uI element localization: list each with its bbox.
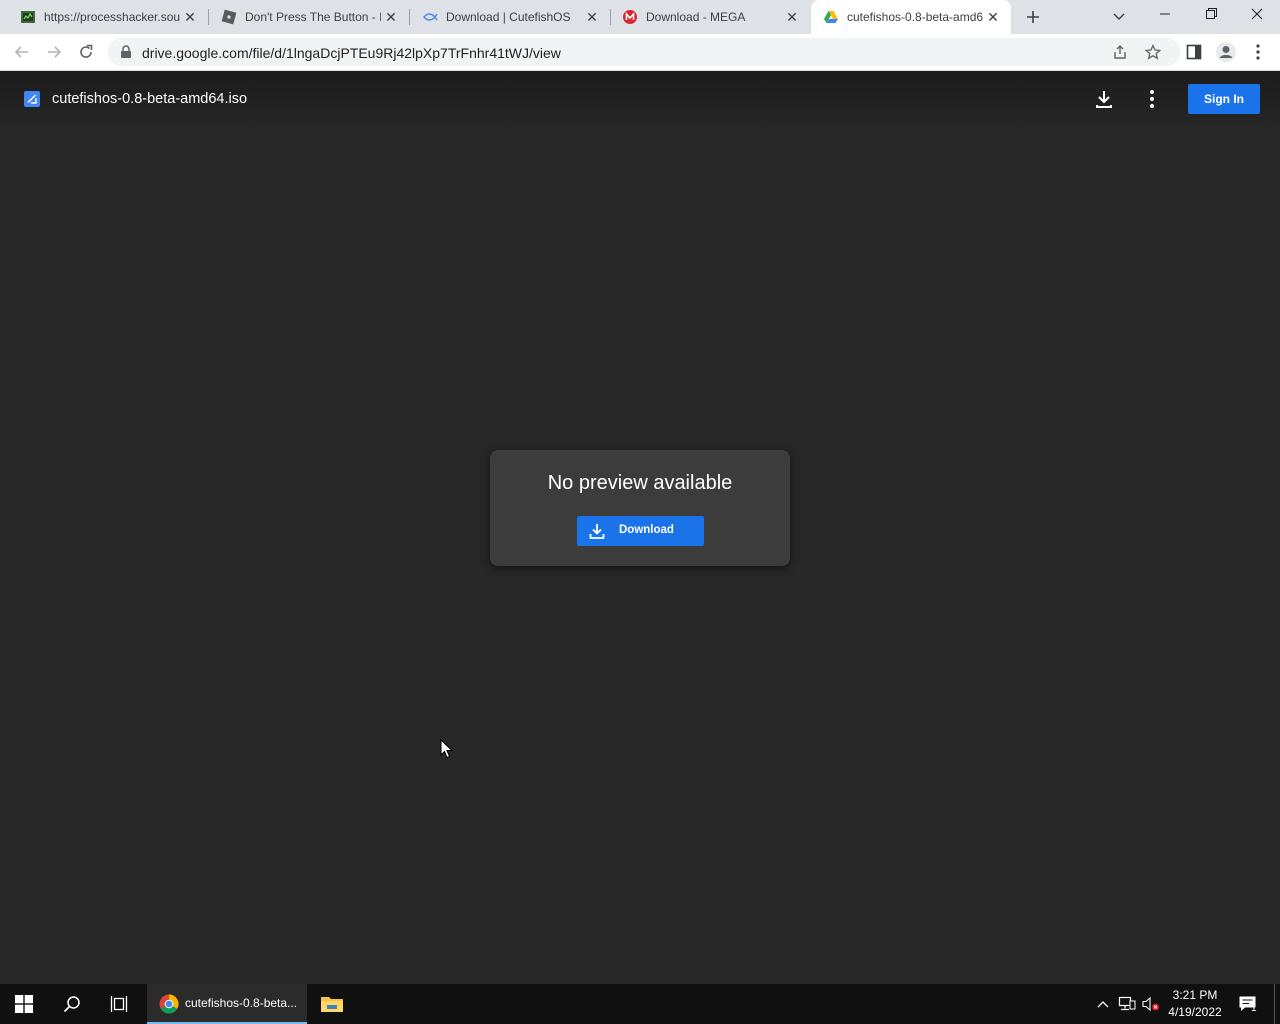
browser-toolbar: drive.google.com/file/d/1lngaDcjPTEu9Rj4… [0,34,1280,71]
network-button[interactable] [1116,984,1138,1024]
chevron-up-icon [1097,1001,1109,1008]
more-vertical-icon [1256,44,1260,60]
show-desktop-button[interactable] [1274,984,1280,1024]
avatar-icon [1216,42,1236,62]
new-tab-button[interactable] [1021,5,1045,29]
close-icon [1251,8,1263,20]
tab-mega[interactable]: Download - MEGA ✕ [610,0,810,34]
download-header-button[interactable] [1092,87,1116,111]
tab-search-button[interactable] [1108,5,1130,27]
taskbar-chrome-label: cutefishos-0.8-beta... [185,996,298,1010]
no-preview-card: No preview available Download [490,450,790,566]
file-type-icon [24,91,40,107]
volume-button[interactable] [1140,984,1162,1024]
lock-icon [121,45,131,58]
url-text: drive.google.com/file/d/1lngaDcjPTEu9Rj4… [142,45,561,61]
tab-roblox[interactable]: Don't Press The Button - I ✕ [209,0,410,34]
tab-title: cutefishos-0.8-beta-amd6 [847,10,983,24]
roblox-icon [221,9,237,25]
side-panel-button[interactable] [1180,38,1208,66]
browser-menu-button[interactable] [1244,38,1272,66]
volume-muted-icon [1142,996,1159,1012]
chrome-icon [159,994,179,1014]
taskbar-chrome-app[interactable]: cutefishos-0.8-beta... [147,984,307,1024]
minimize-button[interactable] [1142,0,1188,30]
search-button[interactable] [48,984,96,1024]
windows-logo-icon [15,995,33,1013]
clock-date: 4/19/2022 [1168,1005,1222,1019]
close-icon[interactable]: ✕ [383,9,399,25]
close-window-button[interactable] [1234,0,1280,30]
mouse-cursor-icon [440,739,454,759]
folder-icon [321,997,343,1012]
clock[interactable]: 3:21 PM 4/19/2022 [1160,984,1230,1024]
processhacker-icon [21,11,35,23]
restore-icon [1206,8,1217,19]
tab-processhacker[interactable]: https://processhacker.sou ✕ [8,0,209,34]
close-icon[interactable]: ✕ [584,9,600,25]
action-center-button[interactable]: 1 [1232,984,1264,1024]
google-drive-icon [824,11,838,23]
sign-in-button[interactable]: Sign In [1188,84,1260,114]
arrow-right-icon [48,46,62,58]
arrow-left-icon [14,46,28,58]
chevron-down-icon [1113,13,1125,20]
close-icon[interactable]: ✕ [784,9,800,25]
tab-cutefish[interactable]: Download | CutefishOS ✕ [410,0,611,34]
more-actions-button[interactable] [1140,87,1164,111]
windows-taskbar: cutefishos-0.8-beta... 3:21 PM 4/19/2022… [0,984,1280,1024]
download-icon [1096,91,1112,108]
tab-strip: https://processhacker.sou ✕ Don't Press … [0,0,1280,34]
forward-button[interactable] [40,38,68,66]
tab-title: https://processhacker.sou [44,10,180,24]
cutefish-icon [423,13,438,21]
restore-button[interactable] [1188,0,1234,30]
drive-viewer-header: cutefishos-0.8-beta-amd64.iso Sign In [0,71,1280,131]
download-button-label: Download [619,524,674,536]
file-name: cutefishos-0.8-beta-amd64.iso [52,91,248,107]
download-button[interactable]: Download [577,516,704,546]
share-icon[interactable] [1112,44,1128,60]
network-icon [1118,996,1136,1011]
search-icon [63,996,80,1013]
plus-icon [1027,11,1039,23]
no-preview-message: No preview available [547,472,733,494]
reload-button[interactable] [72,38,100,66]
notification-count: 1 [1251,1003,1257,1014]
minimize-icon [1160,13,1170,15]
side-panel-icon [1186,44,1202,60]
address-bar[interactable]: drive.google.com/file/d/1lngaDcjPTEu9Rj4… [108,38,1180,66]
back-button[interactable] [8,38,36,66]
clock-time: 3:21 PM [1172,988,1218,1002]
download-icon [589,524,605,539]
task-view-icon [110,996,128,1012]
tab-title: Don't Press The Button - I [245,10,381,24]
close-icon[interactable]: ✕ [182,9,198,25]
tab-title: Download | CutefishOS [446,10,571,24]
reload-icon [80,44,93,58]
more-vertical-icon [1150,90,1154,108]
tab-title: Download - MEGA [646,10,746,24]
profile-button[interactable] [1212,38,1240,66]
tab-google-drive[interactable]: cutefishos-0.8-beta-amd6 ✕ [811,0,1011,34]
star-icon[interactable] [1145,44,1161,60]
show-hidden-icons-button[interactable] [1092,984,1114,1024]
close-icon[interactable]: ✕ [985,9,1001,25]
mega-icon [623,10,637,24]
start-button[interactable] [0,984,48,1024]
taskbar-file-explorer[interactable] [309,984,355,1024]
task-view-button[interactable] [96,984,144,1024]
